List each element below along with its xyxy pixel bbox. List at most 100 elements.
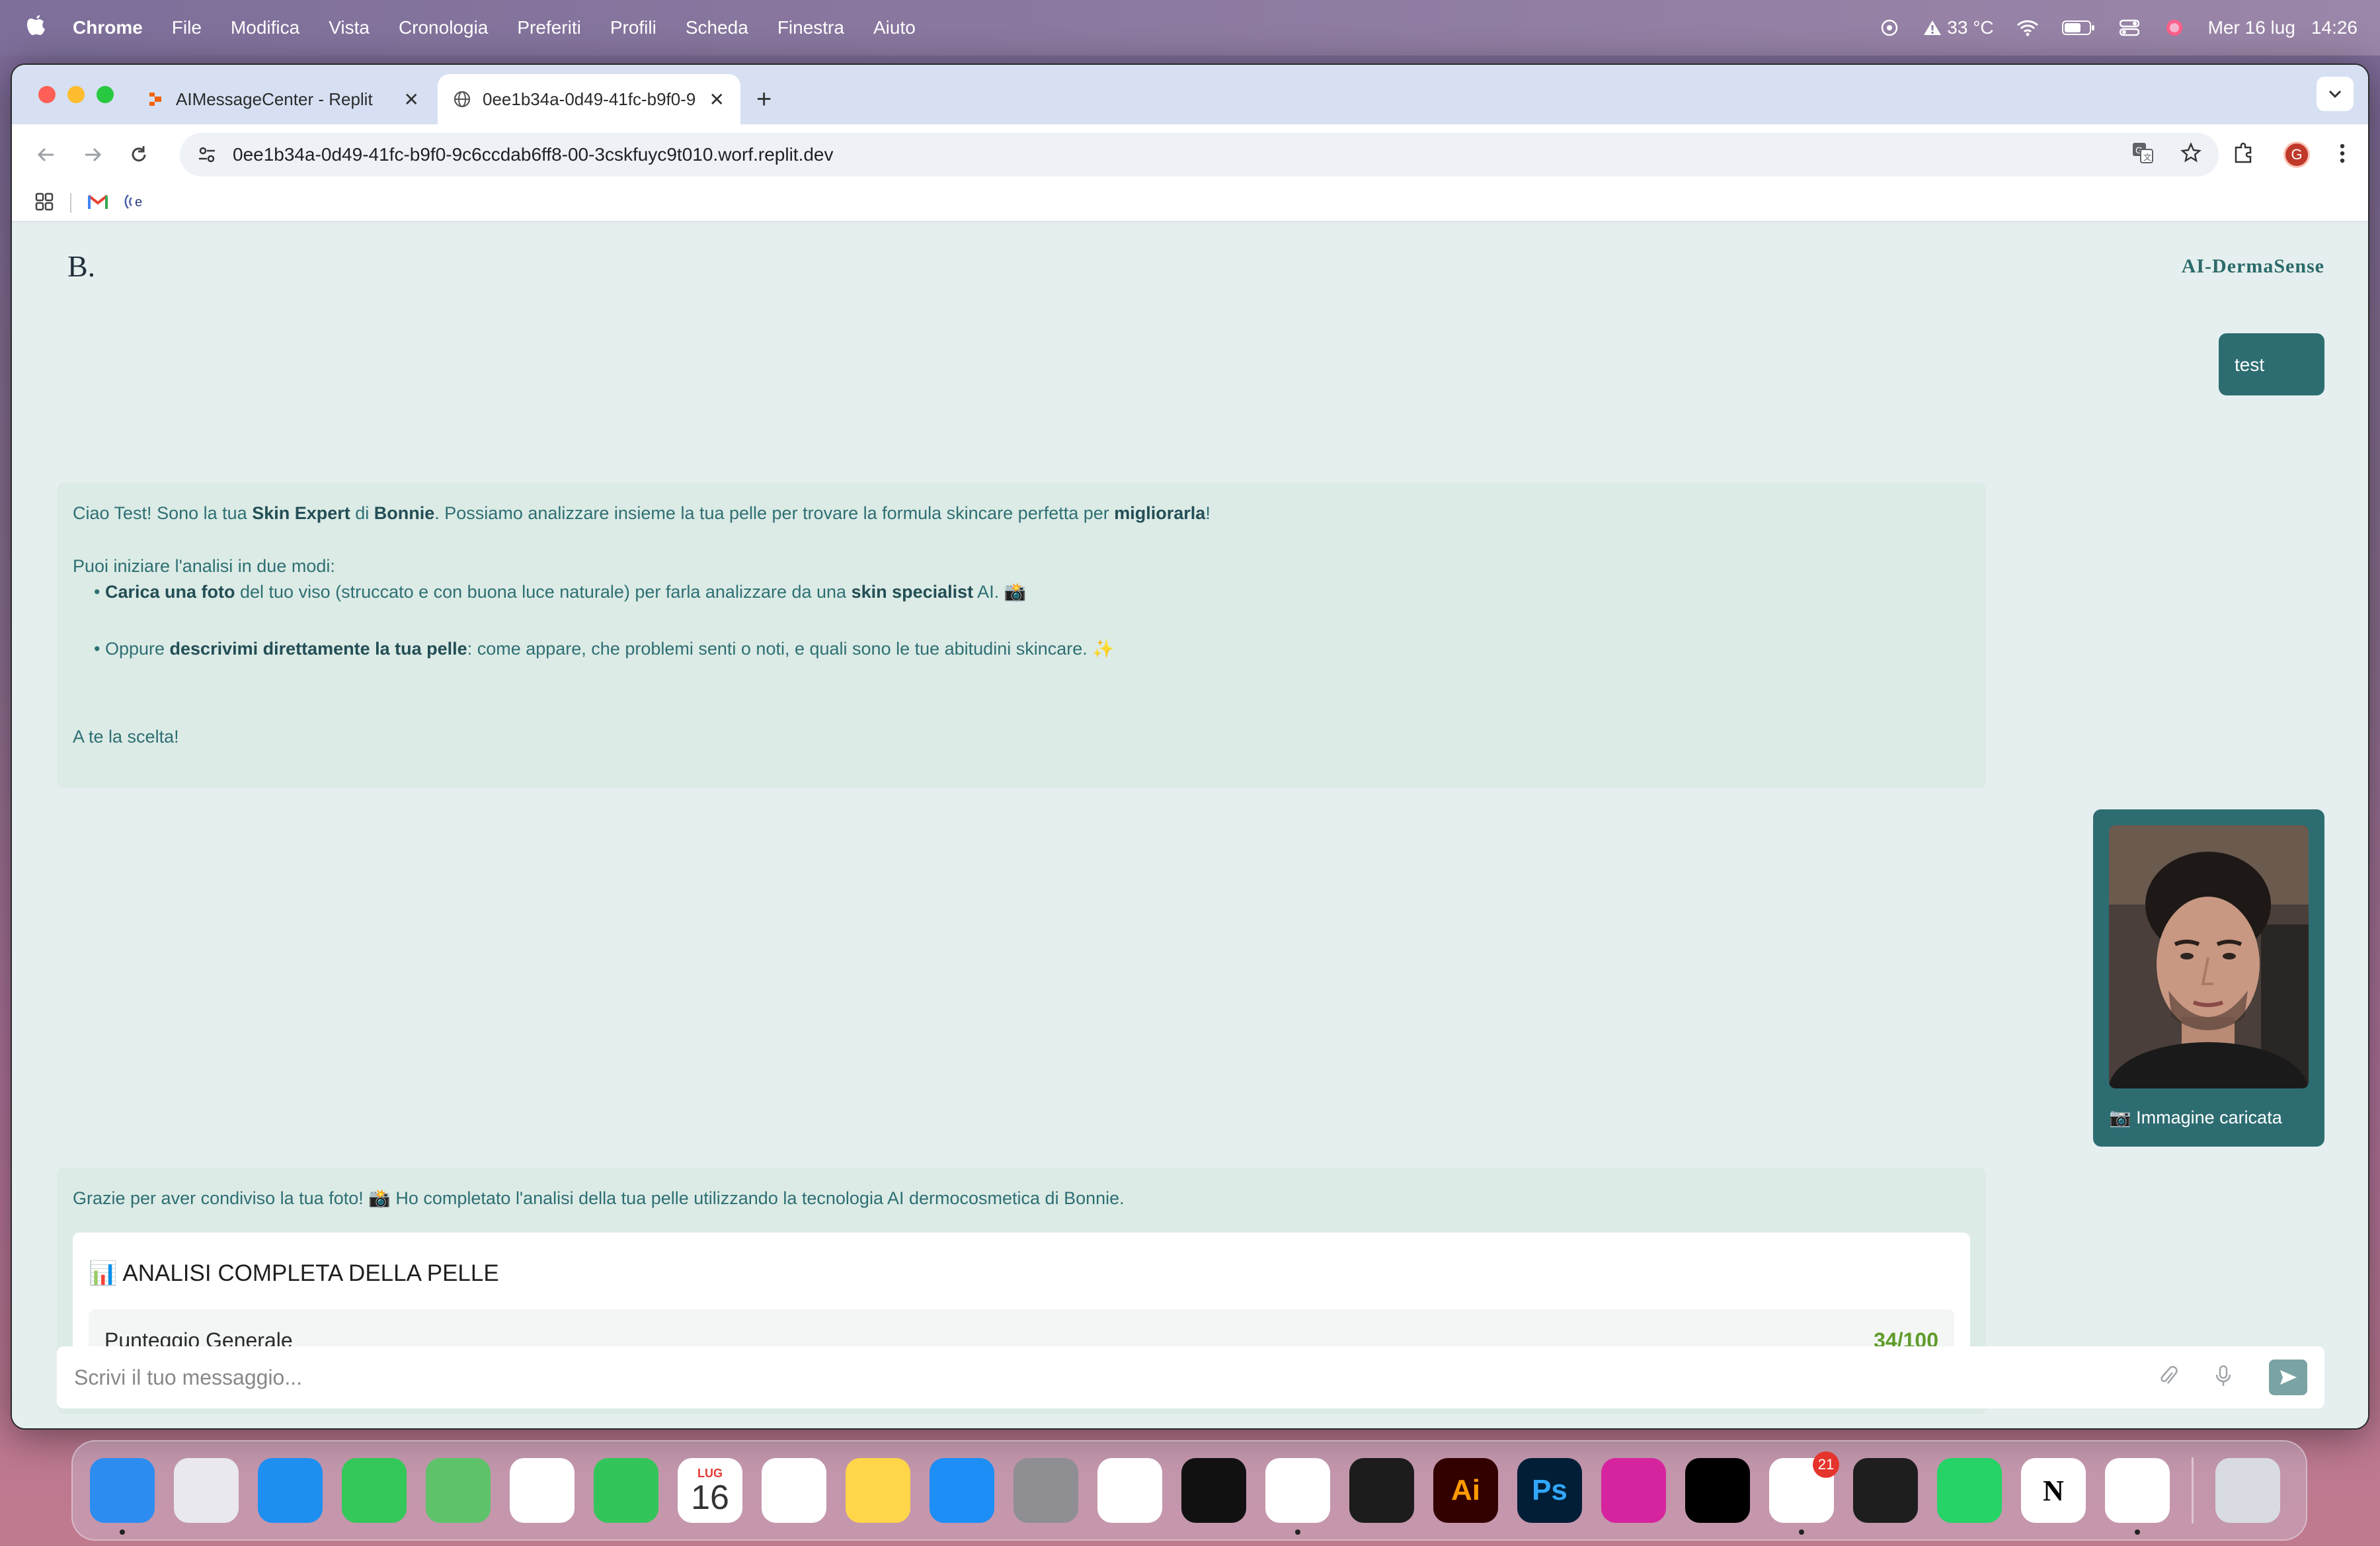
globe-favicon-icon — [454, 91, 471, 108]
replit-favicon-icon — [147, 91, 164, 108]
send-icon — [2280, 1370, 2297, 1385]
calendar-icon[interactable]: LUG 16 — [678, 1458, 742, 1523]
svg-text:e: e — [135, 195, 142, 210]
replit-icon[interactable] — [1349, 1458, 1414, 1523]
send-button[interactable] — [2269, 1360, 2307, 1395]
trash-icon[interactable] — [2215, 1458, 2280, 1523]
minimize-window-button[interactable] — [67, 86, 85, 103]
menu-modifica[interactable]: Modifica — [231, 17, 299, 38]
opera-icon[interactable] — [1097, 1458, 1162, 1523]
arrow-left-icon — [37, 147, 54, 162]
dock-icon-label: N — [2043, 1474, 2064, 1507]
menu-bar: Chrome File Modifica Vista Cronologia Pr… — [0, 0, 2380, 56]
forward-button[interactable] — [74, 136, 111, 173]
close-tab-icon[interactable]: ✕ — [404, 89, 419, 110]
safari-icon[interactable] — [258, 1458, 323, 1523]
finder-icon[interactable] — [90, 1458, 155, 1535]
site-info-icon[interactable] — [197, 145, 217, 165]
weather-status[interactable]: 33 °C — [1923, 17, 1994, 38]
wifi-icon[interactable] — [2016, 19, 2039, 36]
text-segment: : come appare, che problemi senti o noti… — [467, 639, 1115, 659]
reload-button[interactable] — [120, 136, 157, 173]
chatgpt-icon[interactable] — [1265, 1458, 1330, 1535]
gmail-bookmark-icon[interactable] — [87, 193, 108, 214]
attach-paperclip-icon[interactable] — [2158, 1365, 2178, 1391]
text-segment: . Possiamo analizzare insieme la tua pel… — [434, 503, 1115, 523]
extensions-icon[interactable] — [2232, 142, 2254, 168]
user-image-message: 📷 Immagine caricata — [2093, 809, 2324, 1147]
openai-status-icon[interactable] — [1878, 19, 1901, 36]
illustrator-icon[interactable]: Ai — [1433, 1458, 1498, 1523]
back-button[interactable] — [28, 136, 65, 173]
battery-icon[interactable] — [2061, 19, 2096, 36]
spotify-icon[interactable] — [1181, 1458, 1246, 1523]
profile-avatar[interactable]: G — [2283, 142, 2310, 168]
menu-profili[interactable]: Profili — [610, 17, 656, 38]
menu-vista[interactable]: Vista — [329, 17, 370, 38]
tab-app[interactable]: 0ee1b34a-0d49-41fc-b9f0-9 ✕ — [438, 74, 740, 124]
weather-temp: 33 °C — [1947, 17, 1994, 38]
notes-icon[interactable] — [846, 1458, 910, 1523]
menu-app-name[interactable]: Chrome — [73, 17, 143, 38]
photos-icon[interactable] — [510, 1458, 575, 1523]
bot-options-list: Carica una foto del tuo viso (struccato … — [94, 580, 1970, 661]
maps-icon[interactable] — [426, 1458, 491, 1523]
image-caption: 📷 Immagine caricata — [2109, 1108, 2282, 1127]
reminders-icon[interactable] — [762, 1458, 826, 1523]
appstore-icon[interactable] — [930, 1458, 994, 1523]
dock-icon-label: Ps — [1532, 1474, 1567, 1506]
running-indicator — [1799, 1529, 1804, 1535]
uploaded-face-photo[interactable] — [2109, 825, 2309, 1088]
slack-icon[interactable]: 21 — [1769, 1451, 1839, 1535]
address-bar[interactable]: 0ee1b34a-0d49-41fc-b9f0-9c6ccdab6ff8-00-… — [180, 133, 2219, 177]
menu-file[interactable]: File — [172, 17, 202, 38]
message-input[interactable] — [74, 1365, 2158, 1390]
bookmarks-separator — [70, 193, 71, 213]
microphone-icon[interactable] — [2215, 1365, 2232, 1391]
zoom-window-button[interactable] — [97, 86, 114, 103]
control-center-icon[interactable] — [2118, 19, 2141, 36]
running-indicator — [2135, 1529, 2140, 1535]
reload-icon — [132, 146, 146, 162]
whatsapp-icon[interactable] — [1937, 1458, 2002, 1523]
settings-icon[interactable] — [1013, 1458, 1078, 1523]
tab-title: 0ee1b34a-0d49-41fc-b9f0-9 — [483, 89, 696, 109]
arrow-right-icon — [85, 147, 102, 162]
notion-icon[interactable]: N — [2021, 1458, 2086, 1523]
bookmark-star-icon[interactable] — [2180, 142, 2202, 168]
close-window-button[interactable] — [38, 86, 56, 103]
menubar-time[interactable]: 14:26 — [2311, 17, 2358, 38]
bonnie-logo[interactable]: B. — [67, 249, 95, 284]
text-segment: Ciao Test! Sono la tua — [73, 503, 253, 523]
translate-icon[interactable]: G文 — [2131, 142, 2154, 169]
page-header: B. AI-DermaSense — [12, 222, 2368, 302]
dock-separator — [2192, 1457, 2194, 1524]
chrome-icon[interactable] — [2105, 1458, 2170, 1535]
new-tab-button[interactable]: + — [756, 74, 772, 124]
apple-icon[interactable] — [0, 14, 73, 42]
tab-replit[interactable]: AIMessageCenter - Replit ✕ — [131, 74, 435, 124]
running-indicator — [120, 1529, 125, 1535]
threads-icon[interactable] — [1685, 1458, 1750, 1523]
apps-grid-icon[interactable] — [34, 192, 54, 215]
tab-bar: AIMessageCenter - Replit ✕ 0ee1b34a-0d49… — [12, 65, 2368, 124]
siri-icon[interactable] — [2163, 19, 2186, 36]
photoshop-icon[interactable]: Ps — [1517, 1458, 1582, 1523]
close-tab-icon[interactable]: ✕ — [709, 89, 725, 110]
menu-finestra[interactable]: Finestra — [777, 17, 844, 38]
launchpad-icon[interactable] — [174, 1458, 239, 1523]
menu-preferiti[interactable]: Preferiti — [517, 17, 580, 38]
instagram-icon[interactable] — [1601, 1458, 1666, 1523]
bookmark-e-icon[interactable]: e — [124, 192, 148, 215]
more-menu-icon[interactable] — [2339, 142, 2346, 168]
brand-name: AI-DermaSense — [2181, 255, 2324, 277]
facetime-icon[interactable] — [594, 1458, 658, 1523]
running-indicator — [1295, 1529, 1300, 1535]
menu-scheda[interactable]: Scheda — [686, 17, 748, 38]
menu-cronologia[interactable]: Cronologia — [399, 17, 488, 38]
tab-search-button[interactable] — [2317, 77, 2354, 111]
menubar-date[interactable]: Mer 16 lug — [2208, 17, 2295, 38]
messages-icon[interactable] — [342, 1458, 407, 1523]
figma-icon[interactable] — [1853, 1458, 1918, 1523]
menu-aiuto[interactable]: Aiuto — [873, 17, 916, 38]
